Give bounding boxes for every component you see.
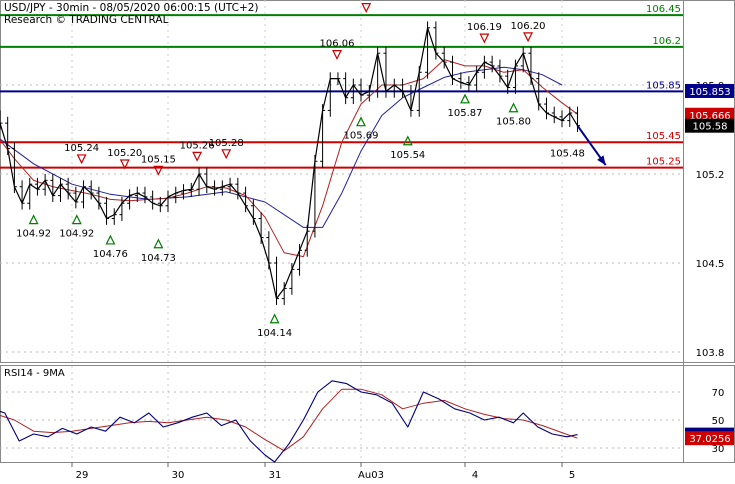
x-tick-label: 30 <box>172 470 185 480</box>
swing-high-label: 106.19 <box>467 22 502 33</box>
swing-high-label: 105.24 <box>64 143 99 154</box>
swing-high-label: 106.43 <box>349 0 384 3</box>
swing-low-label: 104.92 <box>16 229 51 240</box>
swing-high-label: 105.28 <box>209 138 244 149</box>
swing-low-label: 104.14 <box>257 328 292 339</box>
swing-low-label: 104.76 <box>93 249 128 260</box>
rsi-panel-title: RSI14 - 9MA <box>4 368 65 379</box>
level-label-resistance: 106.45 <box>646 4 681 15</box>
swing-high-marker <box>192 151 203 162</box>
swing-high-label: 106.20 <box>511 21 546 32</box>
swing-low-marker <box>153 238 164 249</box>
main-y-tick-label: 105.2 <box>696 170 725 181</box>
rsi-y-tick-label: 50 <box>712 416 725 427</box>
level-label-resistance: 106.2 <box>652 36 681 47</box>
rsi-y-tick-label: 70 <box>712 388 725 399</box>
rsi-line <box>0 380 578 463</box>
chart-root: 103.8104.5105.2105.9293031Au0345106.4510… <box>0 0 735 481</box>
swing-low-marker <box>269 313 280 324</box>
price-box-label-rsi_ma: 37.0256 <box>689 434 730 445</box>
price-box-label-last: 105.58 <box>693 122 728 133</box>
swing-high-label: 105.15 <box>141 154 176 165</box>
swing-low-label: 105.54 <box>390 150 425 161</box>
swing-high-marker <box>523 32 534 43</box>
chart-title: USD/JPY - 30min - 08/05/2020 06:00:15 (U… <box>4 2 259 14</box>
swing-high-marker <box>221 149 232 160</box>
level-label-support: 105.45 <box>646 131 681 142</box>
ma-fast-line <box>0 59 578 258</box>
main-y-tick-label: 104.5 <box>696 259 725 270</box>
forecast-arrow-head <box>597 155 606 166</box>
swing-high-marker <box>479 33 490 44</box>
x-tick-label: 4 <box>472 470 478 480</box>
rsi-y-tick-label: 30 <box>712 444 725 455</box>
swing-low-label: 105.69 <box>344 131 379 142</box>
main-y-tick-label: 103.8 <box>696 348 725 359</box>
swing-high-marker <box>76 154 87 165</box>
swing-low-label: 104.92 <box>59 229 94 240</box>
level-label-pivot: 105.85 <box>646 80 681 91</box>
swing-low-marker <box>402 135 413 146</box>
main-panel-frame <box>0 0 735 363</box>
swing-low-marker <box>71 214 82 225</box>
target-label: 105.48 <box>550 148 585 159</box>
swing-low-label: 105.80 <box>496 117 531 128</box>
swing-low-label: 105.87 <box>448 108 483 119</box>
swing-high-label: 106.06 <box>320 39 355 50</box>
x-tick-label: 31 <box>269 470 282 480</box>
swing-low-marker <box>508 102 519 113</box>
chart-source: Research © TRADING CENTRAL <box>4 14 169 26</box>
swing-high-label: 105.20 <box>107 148 142 159</box>
level-label-support: 105.25 <box>646 157 681 168</box>
x-tick-label: 29 <box>76 470 89 480</box>
price-chart-svg: 103.8104.5105.2105.9293031Au0345106.4510… <box>0 0 735 481</box>
swing-high-marker <box>361 3 372 13</box>
swing-low-marker <box>460 93 470 104</box>
swing-low-marker <box>28 214 39 225</box>
swing-low-marker <box>105 234 116 245</box>
price-box-label-pivot: 105.853 <box>689 87 730 98</box>
x-tick-label: Au03 <box>358 470 384 480</box>
x-tick-label: 5 <box>569 470 575 480</box>
swing-high-marker <box>332 50 342 60</box>
swing-low-label: 104.73 <box>141 253 176 264</box>
